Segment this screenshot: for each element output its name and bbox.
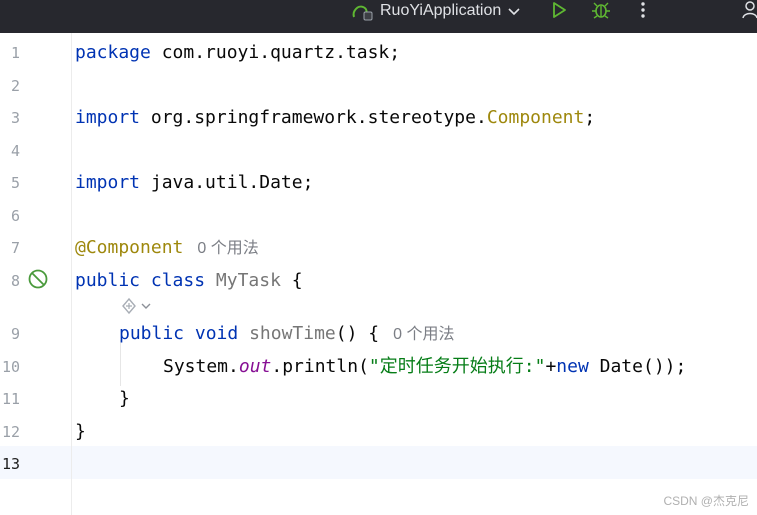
line-number: 3: [10, 109, 20, 127]
code-text: .println(: [271, 356, 369, 377]
line-number: 9: [10, 325, 20, 343]
line-number: 4: [10, 142, 20, 160]
method-name: showTime: [249, 323, 336, 344]
code-line-8: public class MyTask {: [75, 270, 303, 292]
line-number: 5: [10, 174, 20, 192]
class-name: MyTask: [215, 270, 281, 291]
top-toolbar: RuoYiApplication: [0, 0, 757, 33]
usage-hint[interactable]: 0 个用法: [393, 326, 454, 343]
code-line-5: import java.util.Date;: [75, 172, 313, 194]
run-config-label: RuoYiApplication: [380, 2, 502, 19]
code-text: {: [280, 270, 303, 291]
code-text: java.util.Date;: [140, 172, 314, 193]
line-number: 7: [10, 239, 20, 257]
keyword: class: [150, 270, 206, 291]
current-line-highlight: [0, 446, 757, 479]
code-line-1: package com.ruoyi.quartz.task;: [75, 42, 400, 64]
code-line-9: public void showTime() { 0 个用法: [119, 323, 455, 346]
annotation: @Component: [75, 237, 184, 258]
debug-icon[interactable]: [590, 0, 612, 20]
code-text: () {: [335, 323, 380, 344]
run-icon[interactable]: [548, 0, 570, 20]
keyword: void: [194, 323, 239, 344]
class-reference: Component: [486, 107, 585, 128]
keyword: new: [556, 356, 589, 377]
chevron-down-icon: [507, 2, 521, 21]
app-config-icon: [350, 1, 374, 21]
usage-hint[interactable]: 0 个用法: [197, 240, 258, 257]
code-text: ;: [584, 107, 596, 128]
keyword: package: [75, 42, 151, 63]
static-field: out: [238, 356, 272, 377]
run-configuration-selector[interactable]: RuoYiApplication: [350, 0, 521, 22]
line-number: 12: [1, 423, 20, 441]
code-text: System.: [163, 356, 239, 377]
chevron-down-icon: [141, 303, 151, 309]
string-literal: "定时任务开始执行:": [368, 356, 546, 377]
code-text: }: [75, 421, 86, 442]
keyword: public: [75, 270, 141, 291]
code-text: org.springframework.stereotype.: [140, 107, 487, 128]
code-text: Date());: [588, 356, 687, 377]
watermark: CSDN @杰克尼: [663, 494, 749, 508]
keyword: import: [75, 172, 141, 193]
code-line-10: System.out.println("定时任务开始执行:"+new Date(…: [163, 356, 686, 378]
user-icon[interactable]: [740, 0, 757, 20]
line-number-current: 13: [1, 455, 20, 473]
line-number: 10: [1, 358, 20, 376]
code-text: com.ruoyi.quartz.task;: [150, 42, 401, 63]
code-line-12: }: [75, 421, 86, 443]
indent-guide: [120, 340, 121, 386]
code-line-7: @Component 0 个用法: [75, 237, 259, 260]
line-number: 2: [10, 77, 20, 95]
line-number: 6: [10, 207, 20, 225]
code-line-3: import org.springframework.stereotype.Co…: [75, 107, 595, 129]
no-run-icon[interactable]: [27, 268, 49, 294]
code-text: +: [545, 356, 557, 377]
line-number: 8: [10, 272, 20, 290]
code-line-11: }: [119, 388, 130, 410]
more-vert-icon[interactable]: [636, 0, 650, 20]
ai-assist-icon[interactable]: [119, 296, 151, 316]
line-number: 1: [10, 44, 20, 62]
keyword: import: [75, 107, 141, 128]
line-number: 11: [1, 390, 20, 408]
code-text: }: [119, 388, 130, 409]
keyword: public: [119, 323, 185, 344]
gutter-separator: [71, 33, 72, 515]
